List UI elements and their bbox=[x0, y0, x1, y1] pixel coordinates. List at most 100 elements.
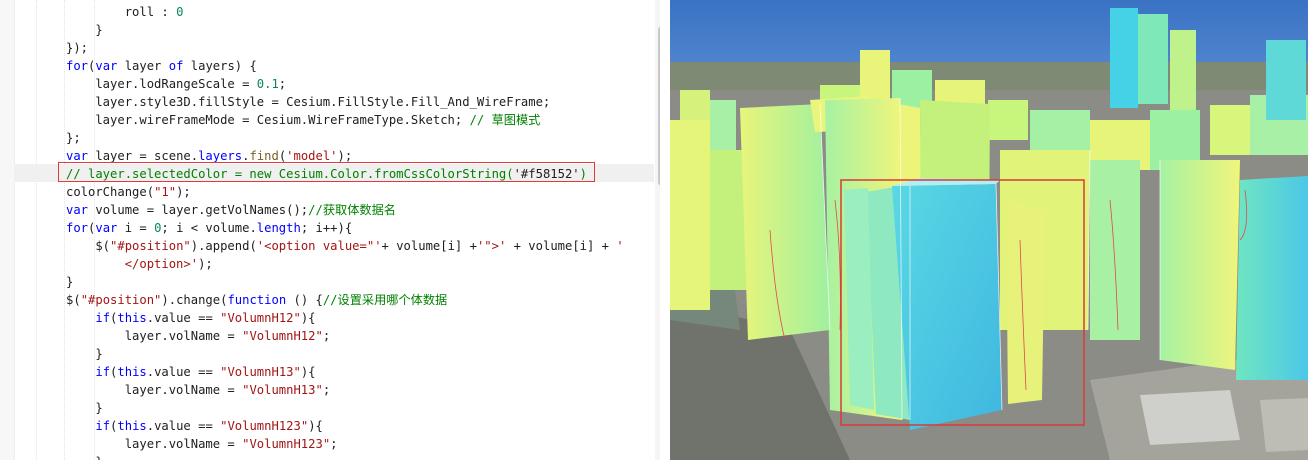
editor-gutter bbox=[0, 0, 15, 460]
code-token: volume = layer.getVolNames(); bbox=[88, 203, 309, 217]
code-token: for bbox=[66, 221, 89, 235]
code-token: layers) { bbox=[183, 59, 257, 73]
code-token: ).append( bbox=[190, 239, 257, 253]
code-token: $( bbox=[66, 239, 111, 253]
code-line[interactable]: layer.volName = "VolumnH13"; bbox=[66, 381, 330, 399]
code-line[interactable]: if(this.value == "VolumnH13"){ bbox=[66, 363, 316, 381]
code-token: '<option value="' bbox=[256, 239, 382, 253]
code-line[interactable]: roll : 0 bbox=[66, 3, 184, 21]
code-token: ; bbox=[278, 77, 287, 91]
code-line[interactable]: layer.volName = "VolumnH123"; bbox=[66, 435, 338, 453]
code-token: + volume[i] + bbox=[506, 239, 617, 253]
code-line[interactable]: }); bbox=[66, 39, 88, 57]
code-token: layer.volName = bbox=[66, 383, 243, 397]
code-token: layer bbox=[117, 59, 169, 73]
code-token: "#position" bbox=[110, 239, 191, 253]
code-line[interactable]: var volume = layer.getVolNames();//获取体数据… bbox=[66, 201, 396, 219]
code-line[interactable]: }; bbox=[66, 129, 81, 147]
code-line[interactable]: for(var layer of layers) { bbox=[66, 57, 257, 75]
code-token: this bbox=[117, 311, 147, 325]
code-token: 0.1 bbox=[256, 77, 279, 91]
code-token: '">' bbox=[476, 239, 507, 253]
code-token: "VolumnH12" bbox=[220, 311, 301, 325]
indent-guide bbox=[64, 0, 65, 460]
code-token: }; bbox=[66, 131, 81, 145]
code-token: var bbox=[66, 149, 89, 163]
code-token: "VolumnH123" bbox=[242, 437, 331, 451]
code-token: i = bbox=[117, 221, 155, 235]
code-token: ); bbox=[198, 257, 213, 271]
code-line[interactable]: } bbox=[66, 399, 103, 417]
code-line[interactable]: $("#position").append('<option value="'+… bbox=[66, 237, 624, 255]
code-token: "VolumnH123" bbox=[220, 419, 309, 433]
code-token: of bbox=[168, 59, 184, 73]
code-token: ; bbox=[330, 437, 338, 451]
editor-scrollbar-thumb[interactable] bbox=[658, 26, 660, 186]
horizon-ground bbox=[670, 62, 1308, 92]
code-token: //设置采用哪个体数据 bbox=[322, 293, 448, 307]
code-line[interactable]: } bbox=[66, 21, 102, 39]
code-token: "#position" bbox=[80, 293, 162, 307]
indent-guide bbox=[36, 0, 37, 460]
code-token: } bbox=[66, 401, 103, 415]
code-line[interactable]: } bbox=[66, 453, 102, 460]
code-token: layer.wireFrameMode = Cesium.WireFrameTy… bbox=[66, 113, 470, 127]
code-token: () { bbox=[286, 293, 323, 307]
code-line[interactable]: layer.wireFrameMode = Cesium.WireFrameTy… bbox=[66, 111, 540, 129]
code-token: layers bbox=[198, 149, 243, 163]
code-token: layer.style3D.fillStyle = Cesium.FillSty… bbox=[66, 95, 551, 109]
code-token: ); bbox=[337, 149, 353, 163]
code-token: find bbox=[249, 149, 279, 163]
code-token: ).change( bbox=[161, 293, 228, 307]
code-token: layer.volName = bbox=[66, 329, 243, 343]
code-token: ' bbox=[616, 239, 624, 253]
code-token: layer = scene. bbox=[88, 149, 199, 163]
code-token: ; bbox=[322, 383, 331, 397]
code-line[interactable]: $("#position").change(function () {//设置采… bbox=[66, 291, 447, 309]
code-line[interactable]: layer.lodRangeScale = 0.1; bbox=[66, 75, 286, 93]
code-line[interactable]: </option>'); bbox=[66, 255, 213, 273]
code-line[interactable]: if(this.value == "VolumnH123"){ bbox=[66, 417, 323, 435]
code-token: 'model' bbox=[286, 149, 338, 163]
code-line[interactable]: } bbox=[66, 345, 103, 363]
code-token: this bbox=[117, 365, 147, 379]
code-line[interactable]: layer.volName = "VolumnH12"; bbox=[66, 327, 330, 345]
code-token: .value == bbox=[146, 311, 221, 325]
code-line[interactable]: if(this.value == "VolumnH12"){ bbox=[66, 309, 316, 327]
code-token: var bbox=[95, 59, 118, 73]
code-line[interactable]: } bbox=[66, 273, 73, 291]
code-token: ); bbox=[176, 185, 191, 199]
code-token: for bbox=[66, 59, 89, 73]
code-line[interactable]: layer.style3D.fillStyle = Cesium.FillSty… bbox=[66, 93, 550, 111]
code-token: if bbox=[95, 365, 111, 379]
code-token: + volume[i] + bbox=[381, 239, 477, 253]
code-token: var bbox=[66, 203, 89, 217]
code-token: ; i++){ bbox=[300, 221, 353, 235]
code-token: ){ bbox=[308, 419, 323, 433]
city-render bbox=[670, 0, 1308, 460]
code-token: if bbox=[95, 419, 111, 433]
code-token: layer.volName = bbox=[66, 437, 243, 451]
code-token: colorChange( bbox=[66, 185, 155, 199]
code-token: "VolumnH12" bbox=[242, 329, 323, 343]
code-token: ){ bbox=[300, 365, 316, 379]
annotation-highlight-box bbox=[58, 162, 595, 182]
code-token: //获取体数据名 bbox=[308, 203, 396, 217]
3d-city-viewport[interactable] bbox=[670, 0, 1308, 460]
code-token: "VolumnH13" bbox=[220, 365, 301, 379]
code-token: ){ bbox=[300, 311, 316, 325]
code-token: length bbox=[256, 221, 301, 235]
code-line[interactable]: for(var i = 0; i < volume.length; i++){ bbox=[66, 219, 352, 237]
code-token: } bbox=[66, 455, 102, 460]
code-token: .value == bbox=[146, 419, 221, 433]
code-token: ; bbox=[322, 329, 331, 343]
code-token: this bbox=[117, 419, 147, 433]
code-line[interactable]: colorChange("1"); bbox=[66, 183, 191, 201]
code-editor[interactable]: roll : 0 }}); for(var layer of layers) { … bbox=[0, 0, 660, 460]
code-token: } bbox=[66, 275, 74, 289]
code-token: roll : bbox=[66, 5, 177, 19]
code-token: } bbox=[66, 347, 103, 361]
code-token: function bbox=[227, 293, 287, 307]
code-token: $( bbox=[66, 293, 81, 307]
